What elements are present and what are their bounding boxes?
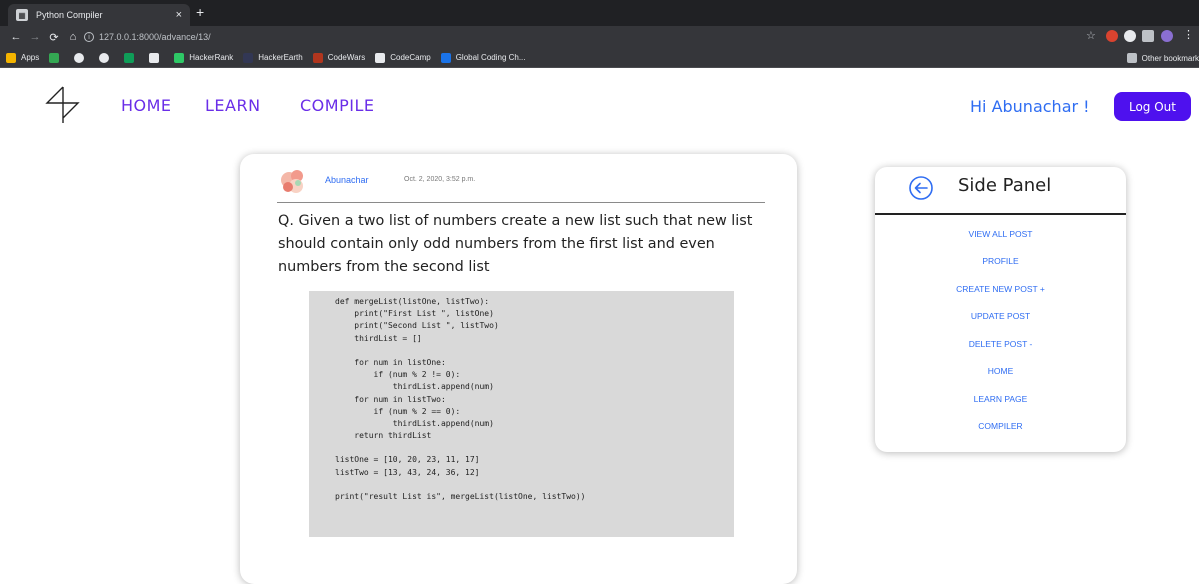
github-icon [74,52,85,63]
bookmark-codecamp[interactable]: CodeCamp [375,52,431,63]
bookmark-favicon-icon [149,52,160,63]
browser-menu-icon[interactable]: ⋮ [1183,28,1194,41]
address-bar[interactable]: i 127.0.0.1:8000/advance/13/ [84,28,1096,46]
bookmark-hackerearth[interactable]: HackerEarth [243,52,303,63]
post-question: Q. Given a two list of numbers create a … [278,213,753,275]
view-all-post-link[interactable]: VIEW ALL POST [875,229,1126,239]
code-line: print("First List ", listOne) [335,309,494,319]
bookmark-apps[interactable]: Apps [6,52,39,63]
home-link[interactable]: HOME [875,366,1126,376]
side-panel: Side Panel VIEW ALL POST PROFILE CREATE … [875,167,1126,452]
tab-title: Python Compiler [36,10,103,20]
global-coding-icon [440,52,451,63]
bookmarks-bar: Apps HackerRank HackerEarth CodeWars Cod… [0,48,1199,68]
url-text: 127.0.0.1:8000/advance/13/ [99,32,211,42]
apps-grid-icon [6,52,16,63]
code-line: for num in listTwo: [335,394,446,404]
nav-compile-link[interactable]: COMPILE [300,96,374,115]
extension-icon-1[interactable] [1106,30,1118,42]
browser-tab-strip: ▦ Python Compiler × + [0,0,1199,26]
code-line: thirdList = [] [335,333,422,343]
learn-page-link[interactable]: LEARN PAGE [875,394,1126,404]
hackerrank-icon [174,52,185,63]
bookmark-favicon-icon [99,52,110,63]
code-line: if (num % 2 == 0): [335,406,461,416]
bookmark-3[interactable] [99,52,114,63]
back-arrow-circle-icon[interactable] [906,173,936,203]
code-line: def mergeList(listOne, listTwo): [335,297,490,306]
bookmark-star-icon[interactable]: ☆ [1086,29,1096,42]
code-line: if (num % 2 != 0): [335,370,461,380]
update-post-link[interactable]: UPDATE POST [875,311,1126,321]
code-line: return thirdList [335,431,432,441]
site-info-icon[interactable]: i [84,32,94,42]
nav-learn-link[interactable]: LEARN [205,96,261,115]
home-icon[interactable]: ⌂ [65,31,81,43]
code-line: listTwo = [13, 43, 24, 36, 12] [335,467,480,477]
reload-icon[interactable]: ⟳ [46,31,62,44]
side-panel-title: Side Panel [958,175,1052,196]
author-avatar[interactable] [278,166,308,196]
tab-close-icon[interactable]: × [176,9,182,21]
tab-favicon-icon: ▦ [16,9,28,21]
user-greeting: Hi Abunachar ! [970,97,1090,116]
create-new-post-link[interactable]: CREATE NEW POST + [875,284,1126,294]
folder-icon [1126,53,1137,63]
post-date: Oct. 2, 2020, 3:52 p.m. [404,176,476,183]
post-author-link[interactable]: Abunachar [325,175,369,185]
code-line: print("result List is", mergeList(listOn… [335,492,586,501]
hackerearth-icon [243,52,254,63]
bookmark-favicon-icon [124,52,135,63]
browser-toolbar: ← → ⟳ ⌂ i 127.0.0.1:8000/advance/13/ [0,26,1199,48]
other-bookmarks[interactable]: Other bookmarks [1126,53,1199,63]
back-arrow-icon[interactable]: ← [8,31,24,43]
codewars-icon [312,52,323,63]
code-line: for num in listOne: [335,357,446,367]
code-block: def mergeList(listOne, listTwo): print("… [309,291,734,537]
nav-home-link[interactable]: HOME [121,96,172,115]
extension-icon-2[interactable] [1124,30,1136,42]
code-line: thirdList.append(num) [335,418,494,428]
bookmark-5[interactable] [149,52,164,63]
extensions-puzzle-icon[interactable] [1142,30,1154,42]
bookmark-global-coding[interactable]: Global Coding Ch... [440,52,526,63]
bookmark-github[interactable] [74,52,89,63]
new-tab-button[interactable]: + [196,4,204,20]
browser-tab[interactable]: ▦ Python Compiler × [8,4,190,26]
code-line: print("Second List ", listTwo) [335,321,499,331]
bookmark-4[interactable] [124,52,139,63]
delete-post-link[interactable]: DELETE POST - [875,339,1126,349]
compiler-link[interactable]: COMPILER [875,421,1126,431]
post-card: Abunachar Oct. 2, 2020, 3:52 p.m. Q. Giv… [240,154,797,584]
logout-button[interactable]: Log Out [1114,92,1191,121]
code-line: listOne = [10, 20, 23, 11, 17] [335,455,480,465]
site-logo-icon[interactable] [44,85,84,125]
bookmark-codewars[interactable]: CodeWars [312,52,365,63]
profile-link[interactable]: PROFILE [875,256,1126,266]
divider [875,213,1126,215]
code-line: thirdList.append(num) [335,382,494,392]
profile-avatar-icon[interactable] [1161,30,1173,42]
forward-arrow-icon[interactable]: → [27,31,43,43]
bookmark-favicon-icon [49,52,60,63]
codecamp-icon [375,52,386,63]
bookmark-1[interactable] [49,52,64,63]
bookmark-hackerrank[interactable]: HackerRank [174,52,233,63]
divider [277,202,765,203]
